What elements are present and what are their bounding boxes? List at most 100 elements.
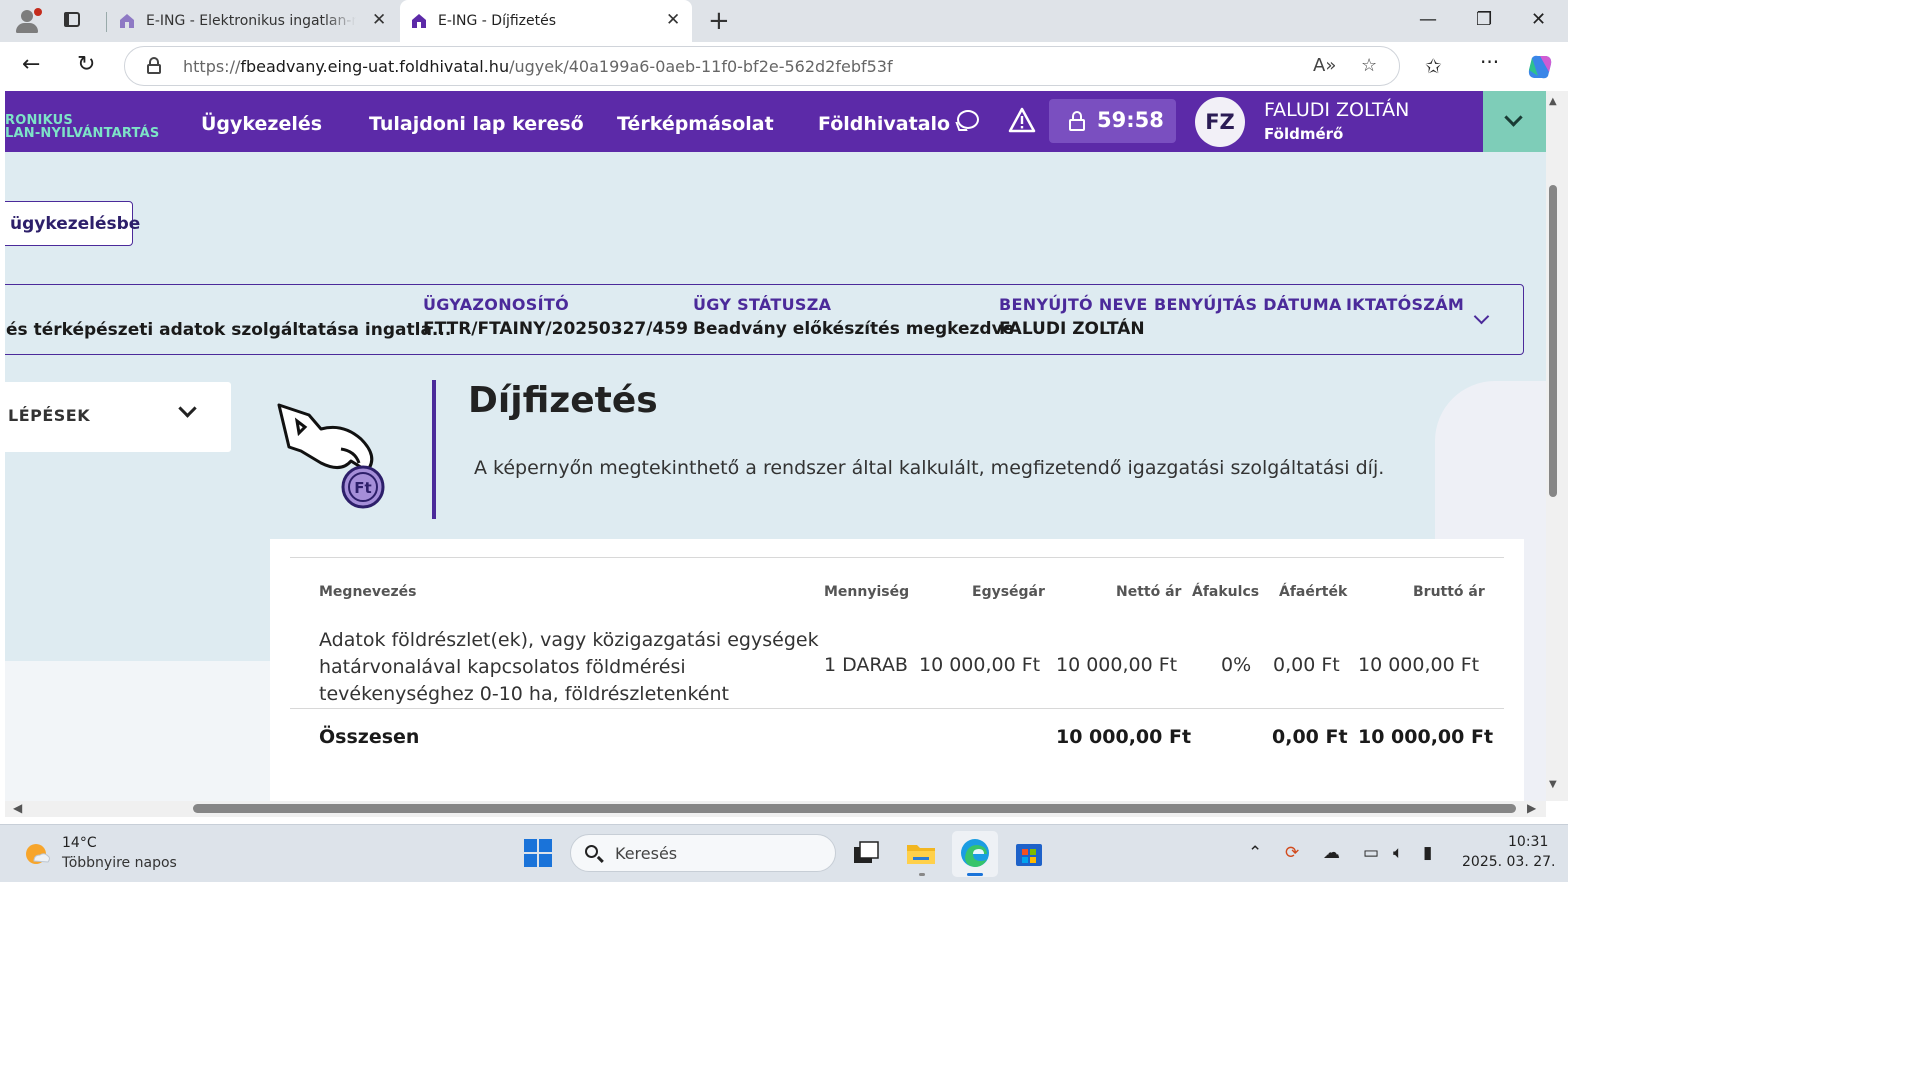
scroll-right-icon[interactable]: ▶ bbox=[1527, 801, 1536, 815]
header-quantity: Mennyiség bbox=[824, 584, 910, 600]
running-indicator bbox=[919, 873, 925, 876]
user-name[interactable]: FALUDI ZOLTÁN bbox=[1264, 99, 1409, 121]
case-id: ÜGYAZONOSÍTÓ FTTR/FTAINY/20250327/459 bbox=[423, 295, 688, 339]
favorite-star-icon[interactable]: ☆ bbox=[1361, 55, 1377, 76]
cell-quantity: 1 DARAB bbox=[824, 654, 908, 676]
cell-unit-price: 10 000,00 Ft bbox=[919, 654, 1041, 676]
nav-link-terkepmasolat[interactable]: Térképmásolat bbox=[617, 113, 774, 135]
site-logo[interactable]: RONIKUS LAN-NYILVÁNTARTÁS bbox=[5, 114, 159, 140]
windows-start-icon[interactable] bbox=[524, 839, 552, 867]
cell-vat-rate: 0% bbox=[1221, 654, 1252, 676]
left-panel-bg bbox=[5, 661, 275, 801]
nav-link-tulajdoni-lap[interactable]: Tulajdoni lap kereső bbox=[369, 113, 584, 135]
lock-icon bbox=[1069, 111, 1085, 131]
vertical-scrollbar[interactable]: ▲ ▼ bbox=[1546, 91, 1568, 801]
taskbar-search[interactable]: Keresés bbox=[570, 834, 836, 872]
file-number-label: IKTATÓSZÁM bbox=[1346, 295, 1465, 314]
house-icon bbox=[412, 14, 426, 28]
tab-actions-icon[interactable] bbox=[62, 10, 84, 30]
steps-dropdown[interactable]: LÉPÉSEK bbox=[5, 382, 231, 452]
favorites-icon[interactable]: ✩ bbox=[1425, 54, 1442, 78]
header-vat-amount: Áfaérték bbox=[1279, 584, 1348, 600]
weather-sun-icon[interactable] bbox=[24, 841, 50, 867]
url-host: fbeadvany.eing-uat.foldhivatal.hu bbox=[240, 57, 510, 76]
active-indicator bbox=[967, 873, 983, 876]
cell-gross: 10 000,00 Ft bbox=[1358, 654, 1480, 676]
chat-icon[interactable] bbox=[957, 110, 979, 129]
avatar[interactable]: FZ bbox=[1195, 97, 1245, 147]
chevron-down-icon[interactable] bbox=[1473, 308, 1490, 325]
submitter-name: BENYÚJTÓ NEVE FALUDI ZOLTÁN bbox=[999, 295, 1148, 339]
user-menu-toggle[interactable] bbox=[1483, 91, 1546, 152]
title-accent-bar bbox=[432, 380, 436, 519]
session-timer[interactable]: 59:58 bbox=[1049, 99, 1176, 143]
scrollbar-thumb[interactable] bbox=[1549, 185, 1557, 497]
url-bar[interactable]: https://fbeadvany.eing-uat.foldhivatal.h… bbox=[124, 46, 1400, 86]
scroll-down-icon[interactable]: ▼ bbox=[1549, 779, 1557, 790]
divider bbox=[290, 557, 1504, 558]
tab-title: E-ING - Díjfizetés bbox=[438, 13, 557, 29]
hand-coin-illustration: Ft bbox=[277, 403, 385, 509]
weather-description[interactable]: Többnyire napos bbox=[62, 855, 177, 871]
more-menu-icon[interactable]: ··· bbox=[1480, 50, 1499, 74]
house-icon bbox=[120, 14, 134, 28]
window-close-icon[interactable]: ✕ bbox=[1531, 9, 1546, 30]
header-unit-price: Egységár bbox=[972, 584, 1045, 600]
back-button-label: ügykezelésbe bbox=[10, 214, 141, 234]
header-gross: Bruttó ár bbox=[1413, 584, 1485, 600]
profile-icon[interactable] bbox=[14, 8, 42, 34]
nav-link-foldhivatalok[interactable]: Földhivatalo bbox=[818, 113, 950, 135]
nav-link-ugykezeles[interactable]: Ügykezelés bbox=[201, 113, 322, 135]
sync-icon[interactable]: ⟳ bbox=[1285, 843, 1299, 863]
case-service-title: és térképészeti adatok szolgáltatása ing… bbox=[6, 320, 452, 340]
page-description: A képernyőn megtekinthető a rendszer ált… bbox=[474, 457, 1385, 479]
tab-eing-home[interactable]: E-ING - Elektronikus ingatlan-nyilvántar… bbox=[108, 0, 398, 42]
back-arrow-icon[interactable]: ← bbox=[22, 52, 40, 77]
tab-title: E-ING - Elektronikus ingatlan-nyilvántar… bbox=[146, 13, 356, 29]
close-icon[interactable]: ✕ bbox=[372, 10, 386, 30]
url-path: /ugyek/40a199a6-0aeb-11f0-bf2e-562d2febf… bbox=[509, 57, 893, 76]
new-tab-icon[interactable]: + bbox=[708, 6, 730, 36]
scroll-up-icon[interactable]: ▲ bbox=[1549, 96, 1557, 107]
microsoft-store-icon[interactable] bbox=[1013, 837, 1045, 869]
horizontal-scrollbar[interactable]: ◀ ▶ bbox=[5, 801, 1546, 817]
copilot-icon[interactable] bbox=[1526, 54, 1554, 80]
site-viewport: RONIKUS LAN-NYILVÁNTARTÁS Ügykezelés Tul… bbox=[5, 91, 1546, 801]
scroll-left-icon[interactable]: ◀ bbox=[13, 801, 22, 815]
volume-icon[interactable]: 🔈︎ bbox=[1393, 843, 1403, 863]
file-explorer-icon[interactable] bbox=[905, 837, 937, 869]
read-aloud-icon[interactable]: A» bbox=[1313, 55, 1336, 76]
tab-separator bbox=[106, 12, 107, 32]
refresh-icon[interactable]: ↻ bbox=[77, 52, 95, 77]
divider bbox=[290, 708, 1504, 709]
minimize-icon[interactable]: — bbox=[1419, 9, 1437, 30]
edge-browser-icon[interactable] bbox=[959, 837, 991, 869]
site-header: RONIKUS LAN-NYILVÁNTARTÁS Ügykezelés Tul… bbox=[5, 91, 1546, 152]
battery-icon[interactable]: ▮ bbox=[1423, 843, 1432, 863]
tab-dijfizetes[interactable]: E-ING - Díjfizetés ✕ bbox=[400, 0, 692, 42]
table-row-description: Adatok földrészlet(ek), vagy közigazgatá… bbox=[319, 629, 819, 705]
clock-date[interactable]: 2025. 03. 27. bbox=[1462, 854, 1556, 870]
cell-net: 10 000,00 Ft bbox=[1056, 654, 1178, 676]
clock-time[interactable]: 10:31 bbox=[1508, 834, 1548, 850]
lock-icon[interactable] bbox=[147, 57, 161, 74]
coin-label: Ft bbox=[354, 479, 371, 497]
url-text: https://fbeadvany.eing-uat.foldhivatal.h… bbox=[183, 57, 893, 76]
restore-icon[interactable]: ❐ bbox=[1476, 9, 1492, 30]
windows-taskbar: 14°C Többnyire napos Keresés ⌃ ⟳ ☁ ▭ 🔈︎ … bbox=[0, 824, 1568, 882]
case-status-value: Beadvány előkészítés megkezdve bbox=[693, 319, 1015, 339]
task-view-icon[interactable] bbox=[850, 837, 882, 869]
back-to-case-management-button[interactable]: ügykezelésbe bbox=[5, 201, 140, 246]
close-icon[interactable]: ✕ bbox=[666, 10, 680, 30]
file-number: IKTATÓSZÁM bbox=[1346, 295, 1464, 319]
address-toolbar: ← ↻ https://fbeadvany.eing-uat.foldhivat… bbox=[0, 42, 1568, 91]
chevron-up-icon[interactable]: ⌃ bbox=[1248, 843, 1262, 863]
header-net: Nettó ár bbox=[1116, 584, 1182, 600]
total-net: 10 000,00 Ft bbox=[1056, 726, 1192, 748]
scrollbar-thumb[interactable] bbox=[193, 804, 1516, 813]
onedrive-cloud-icon[interactable]: ☁ bbox=[1323, 843, 1340, 863]
network-icon[interactable]: ▭ bbox=[1363, 843, 1379, 863]
weather-temperature[interactable]: 14°C bbox=[62, 835, 97, 851]
case-id-value: FTTR/FTAINY/20250327/459 bbox=[423, 319, 688, 339]
warning-icon[interactable] bbox=[1008, 107, 1036, 133]
